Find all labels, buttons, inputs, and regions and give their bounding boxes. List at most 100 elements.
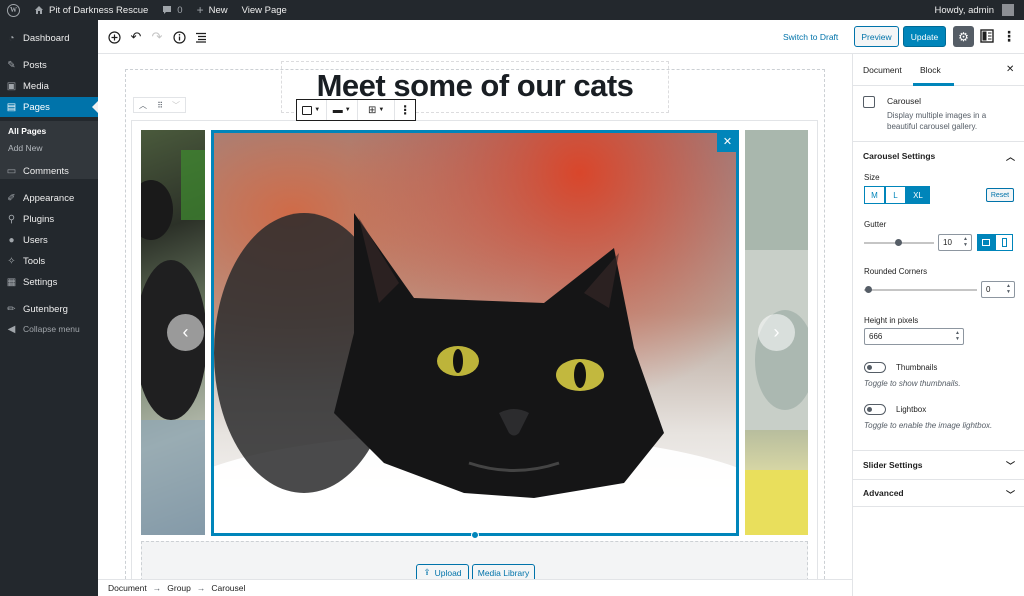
brush-icon: ✐	[7, 192, 16, 204]
editor-canvas: Meet some of our cats ︿ ⠿ ﹀ ▼ ▬ ▼ ⊞ ▼ ⋮	[98, 54, 852, 579]
add-block-button[interactable]	[106, 29, 122, 45]
submenu-all-pages[interactable]: All Pages	[8, 126, 46, 136]
rounded-corners-slider-track[interactable]	[864, 289, 977, 291]
new-content-link[interactable]: + New	[190, 0, 235, 20]
alignment-button[interactable]: ▬ ▼	[327, 100, 358, 120]
carousel-settings-toggle[interactable]: Carousel Settings ︿	[853, 141, 1024, 169]
close-sidebar-button[interactable]: ✕	[1006, 64, 1014, 75]
breadcrumb-document[interactable]: Document	[108, 583, 147, 593]
sidebar-item-label: Gutenberg	[23, 303, 68, 315]
rounded-corners-slider-thumb[interactable]	[865, 286, 872, 293]
plugin-sidebar-button[interactable]	[979, 28, 995, 44]
vertical-ellipsis-icon: ⋮	[399, 103, 412, 117]
drag-handle-icon[interactable]: ⠿	[157, 101, 163, 110]
resize-handle[interactable]	[471, 531, 479, 539]
settings-toggle-button[interactable]: ⚙	[953, 26, 974, 47]
gutter-full-button[interactable]	[977, 234, 995, 251]
advanced-toggle[interactable]: Advanced ﹀	[853, 479, 1024, 507]
preview-button[interactable]: Preview	[854, 26, 899, 47]
wordpress-logo-button[interactable]: W	[0, 0, 27, 20]
dashboard-icon: ◔	[8, 32, 15, 44]
rounded-corners-input[interactable]: 0 ▲ ▼	[981, 281, 1015, 298]
wordpress-logo-icon: W	[7, 3, 20, 17]
sidebar-item-gutenberg[interactable]: ✏ Gutenberg	[0, 299, 98, 319]
gutter-slider-thumb[interactable]	[895, 239, 902, 246]
chevron-up-icon: ︿	[1005, 152, 1015, 162]
arrow-right-icon: →	[152, 583, 162, 593]
redo-button[interactable]: ↷	[149, 29, 165, 45]
tab-block[interactable]: Block	[920, 65, 941, 75]
admin-bar: W Pit of Darkness Rescue 0 + New View Pa…	[0, 0, 1024, 20]
media-library-button[interactable]: Media Library	[472, 564, 535, 579]
block-navigation-button[interactable]	[193, 29, 209, 45]
sidebar-item-posts[interactable]: ✎ Posts	[0, 55, 98, 75]
breadcrumb-carousel[interactable]: Carousel	[211, 583, 245, 593]
sidebar-tabs: Document Block ✕	[853, 54, 1024, 86]
sidebar-item-media[interactable]: ▣ Media	[0, 76, 98, 96]
undo-icon: ↶	[130, 29, 142, 44]
comment-icon: ▭	[6, 165, 17, 177]
move-down-icon[interactable]: ﹀	[172, 100, 180, 111]
carousel-slide-selected[interactable]	[211, 130, 739, 536]
move-up-icon[interactable]: ︿	[139, 100, 147, 111]
new-label: New	[208, 4, 228, 16]
reset-size-button[interactable]: Reset	[986, 188, 1014, 202]
block-card-title: Carousel	[887, 96, 922, 106]
sidebar-item-settings[interactable]: ▦ Settings	[0, 272, 98, 292]
plus-circle-icon	[107, 30, 121, 44]
collapse-menu-button[interactable]: ◀ Collapse menu	[0, 319, 98, 339]
sidebar-item-pages[interactable]: ▤ Pages	[0, 97, 98, 117]
block-more-options-button[interactable]: ⋮	[395, 100, 415, 120]
submenu-add-new[interactable]: Add New	[8, 143, 43, 153]
site-name-link[interactable]: Pit of Darkness Rescue	[27, 0, 155, 20]
section-title: Advanced	[863, 488, 904, 498]
sidebar-item-plugins[interactable]: ⚲ Plugins	[0, 209, 98, 229]
height-input[interactable]: 666 ▲ ▼	[864, 328, 964, 345]
content-info-button[interactable]	[171, 29, 187, 45]
view-page-link[interactable]: View Page	[235, 0, 294, 20]
tab-document[interactable]: Document	[863, 65, 902, 75]
sidebar-item-users[interactable]: ● Users	[0, 230, 98, 250]
block-switcher-button[interactable]: ▼	[297, 100, 327, 120]
undo-button[interactable]: ↶	[128, 29, 144, 45]
breadcrumb-group[interactable]: Group	[167, 583, 191, 593]
comments-link[interactable]: 0	[155, 0, 189, 20]
view-page-label: View Page	[241, 4, 287, 16]
sidebar-item-tools[interactable]: ✧ Tools	[0, 251, 98, 271]
sidebar-item-label: Tools	[23, 255, 46, 267]
sidebar-item-label: Dashboard	[23, 32, 70, 44]
spinner-icon: ▲ ▼	[963, 236, 968, 248]
carousel-next-button[interactable]: ›	[758, 314, 795, 351]
plugin-icon: ⚲	[7, 213, 16, 225]
upload-label: Upload	[434, 567, 462, 578]
sidebar-item-comments[interactable]: ▭ Comments	[0, 161, 98, 181]
size-option-xl[interactable]: XL	[906, 186, 930, 204]
carousel-prev-button[interactable]: ‹	[167, 314, 204, 351]
vertical-ellipsis-icon: ⋮	[1002, 27, 1016, 44]
block-mover: ︿ ⠿ ﹀	[133, 97, 186, 113]
caret-down-icon: ▼	[314, 107, 321, 113]
sidebar-item-dashboard[interactable]: ◔ Dashboard	[0, 28, 98, 48]
plus-icon: +	[196, 3, 204, 17]
section-title: Slider Settings	[863, 460, 923, 470]
size-option-l[interactable]: L	[885, 186, 906, 204]
thumbnails-toggle[interactable]	[864, 362, 886, 373]
switch-to-draft-link[interactable]: Switch to Draft	[783, 32, 838, 42]
remove-image-button[interactable]: ✕	[717, 131, 738, 152]
slider-settings-toggle[interactable]: Slider Settings ﹀	[853, 450, 1024, 479]
rounded-corners-value: 0	[986, 285, 991, 294]
size-option-m[interactable]: M	[864, 186, 885, 204]
account-menu[interactable]: Howdy, admin	[928, 0, 1024, 20]
gutter-narrow-button[interactable]	[995, 234, 1013, 251]
settings-icon: ▦	[6, 276, 17, 288]
sidebar-item-appearance[interactable]: ✐ Appearance	[0, 188, 98, 208]
gutter-input[interactable]: 10 ▲ ▼	[938, 234, 972, 251]
add-media-button[interactable]: ⊞ ▼	[358, 100, 396, 120]
close-icon: ✕	[1006, 64, 1015, 75]
more-tools-button[interactable]: ⋮	[1002, 27, 1016, 44]
carousel-block-icon	[302, 105, 313, 115]
lightbox-toggle[interactable]	[864, 404, 886, 415]
upload-button[interactable]: ⇪ Upload	[416, 564, 469, 579]
update-button[interactable]: Update	[903, 26, 946, 47]
sidebar-item-label: Plugins	[23, 213, 55, 225]
